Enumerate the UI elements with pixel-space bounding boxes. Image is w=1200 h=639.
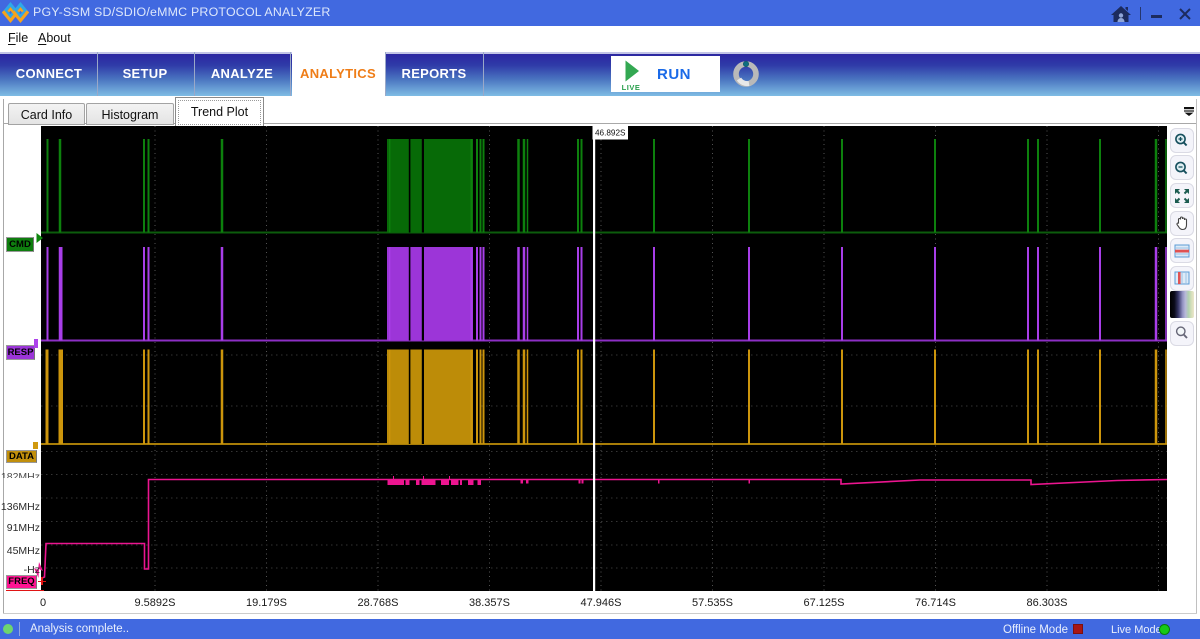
svg-text:46.892S: 46.892S [595,129,626,138]
